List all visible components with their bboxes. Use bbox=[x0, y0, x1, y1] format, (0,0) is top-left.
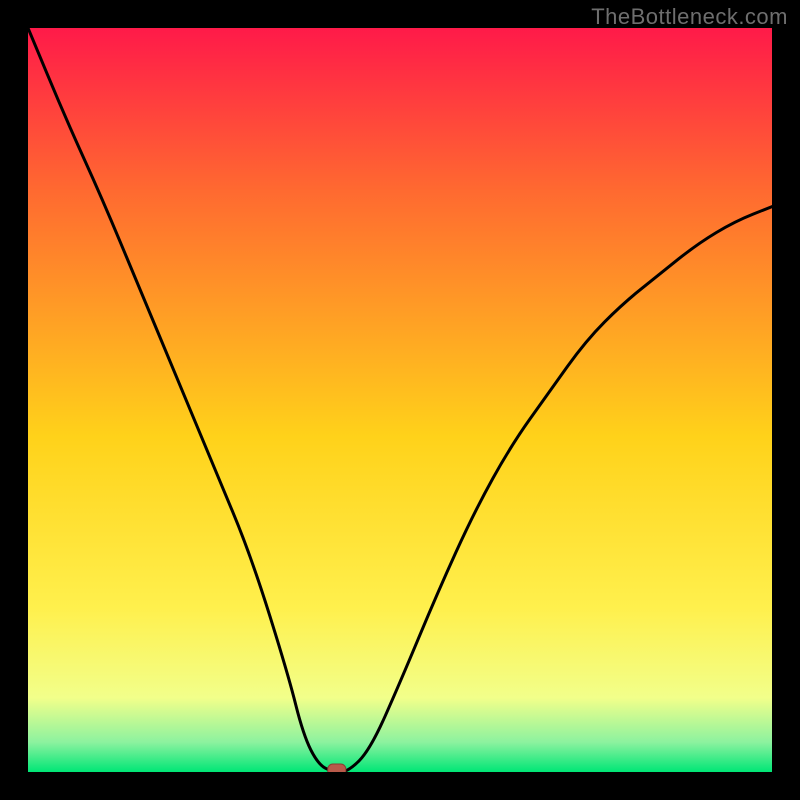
optimal-point-marker bbox=[328, 764, 346, 772]
gradient-background bbox=[28, 28, 772, 772]
plot-area bbox=[28, 28, 772, 772]
chart-frame: TheBottleneck.com bbox=[0, 0, 800, 800]
watermark-text: TheBottleneck.com bbox=[591, 4, 788, 30]
bottleneck-chart bbox=[28, 28, 772, 772]
